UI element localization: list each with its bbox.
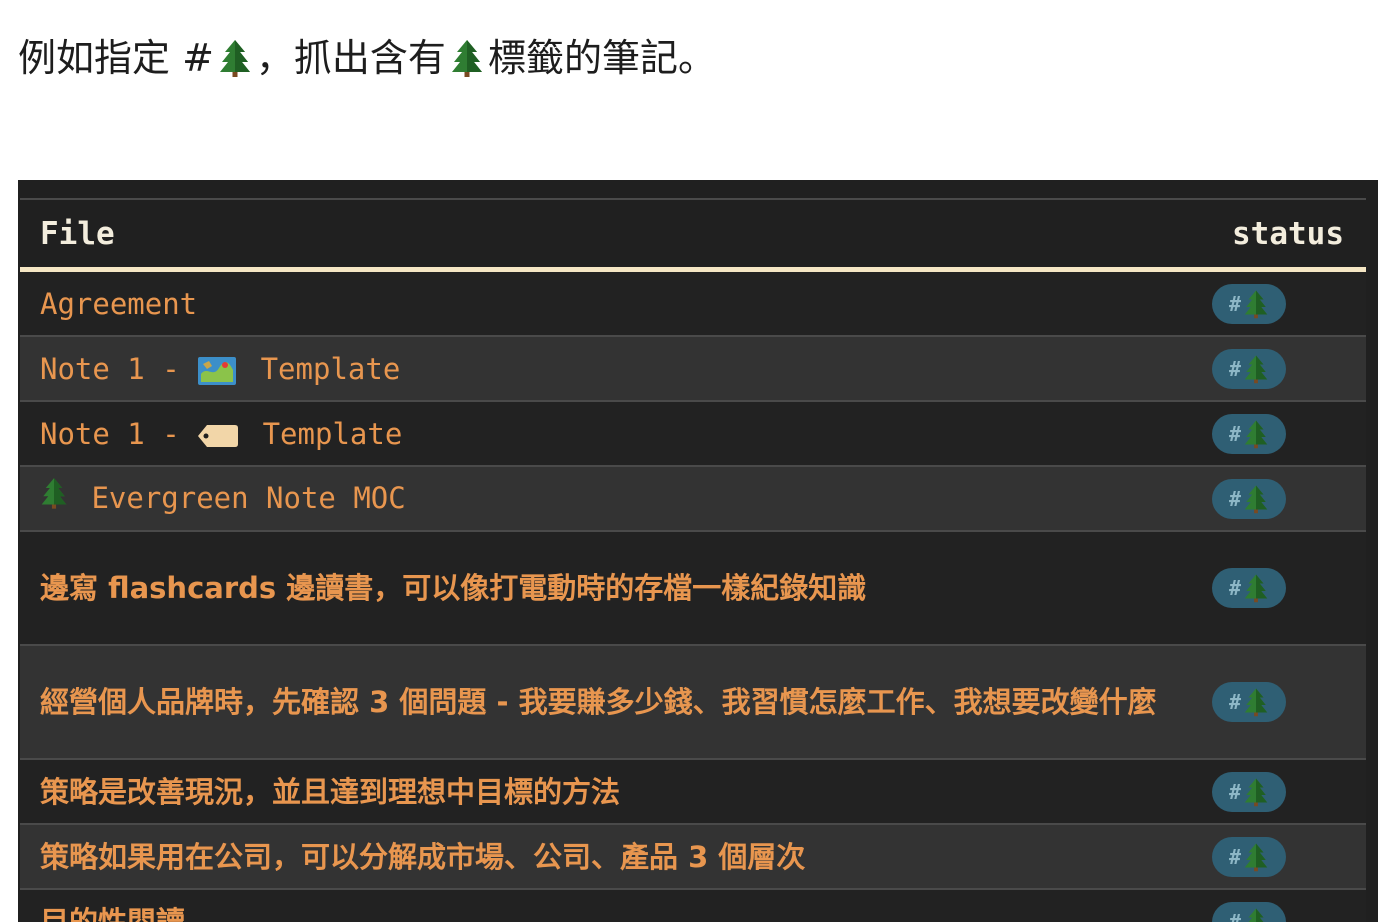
file-link[interactable]: Note 1 - Template (20, 410, 1206, 458)
caption-part-3: 標籤的筆記。 (487, 36, 716, 80)
tag-pill[interactable]: # (1212, 413, 1286, 454)
file-link-text: 邊寫 flashcards 邊讀書，可以像打電動時的存檔一樣紀錄知識 (40, 571, 867, 605)
file-link-text: Template (243, 351, 401, 386)
tag-pill[interactable]: # (1212, 348, 1286, 389)
evergreen-tree-icon (1244, 688, 1268, 717)
status-cell: # (1206, 283, 1366, 324)
tag-pill[interactable]: # (1212, 682, 1286, 722)
evergreen-tree-icon (1244, 485, 1268, 513)
caption-part-1: 例如指定 # (18, 36, 214, 80)
tag-pill[interactable]: # (1212, 283, 1286, 324)
dataview-table: File status Agreement # Note 1 - Template #… (20, 198, 1366, 922)
tag-hash: # (1228, 291, 1242, 316)
status-cell: # (1206, 413, 1366, 454)
status-cell: # (1206, 568, 1366, 608)
tag-hash: # (1228, 356, 1242, 381)
table-row: 策略如果用在公司，可以分解成市場、公司、產品 3 個層次 # (20, 825, 1366, 890)
evergreen-tree-icon (1248, 908, 1264, 922)
evergreen-tree-icon (451, 40, 482, 77)
table-row: 目的性閱讀 # (20, 890, 1366, 922)
file-link-prefix: Note 1 - (40, 351, 198, 386)
tag-hash: # (1228, 421, 1242, 446)
table-body: Agreement # Note 1 - Template # Note 1 - Tem… (20, 272, 1366, 922)
map-icon (198, 356, 237, 385)
tag-pill[interactable]: # (1212, 568, 1286, 608)
file-link-text: 目的性閱讀 (40, 904, 186, 922)
caption-part-2: ，抓出含有 (255, 36, 446, 80)
evergreen-tree-icon (1244, 574, 1268, 603)
status-cell: # (1206, 478, 1366, 519)
file-link-text: Evergreen Note MOC (74, 480, 406, 515)
table-header: File status (20, 200, 1366, 272)
status-cell: # (1206, 901, 1366, 922)
file-link[interactable]: 策略是改善現況，並且達到理想中目標的方法 (20, 768, 1206, 816)
evergreen-tree-icon (1244, 778, 1268, 806)
evergreen-tree-icon (219, 40, 250, 77)
status-cell: # (1206, 348, 1366, 389)
tag-hash: # (1228, 844, 1242, 869)
status-column-header[interactable]: status (1206, 216, 1366, 252)
table-row: Agreement # (20, 272, 1366, 337)
tag-hash: # (1228, 909, 1242, 922)
evergreen-tree-icon (1244, 290, 1268, 318)
tag-pill[interactable]: # (1212, 836, 1286, 877)
file-link-text: Agreement (40, 286, 198, 321)
table-row: Note 1 - Template # (20, 337, 1366, 402)
file-link-text: 策略如果用在公司，可以分解成市場、公司、產品 3 個層次 (40, 839, 806, 874)
file-link[interactable]: Evergreen Note MOC (20, 474, 1206, 524)
tag-pill[interactable]: # (1212, 478, 1286, 519)
label-tag-icon (198, 424, 239, 447)
file-link[interactable]: Note 1 - Template (20, 345, 1206, 393)
table-row: 邊寫 flashcards 邊讀書，可以像打電動時的存檔一樣紀錄知識 # (20, 532, 1366, 646)
file-link-text: 經營個人品牌時，先確認 3 個問題 - 我要賺多少錢、我習慣怎麼工作、我想要改變… (40, 685, 1157, 719)
file-link[interactable]: Agreement (20, 280, 1206, 328)
tag-hash: # (1228, 486, 1242, 511)
file-link-text: 策略是改善現況，並且達到理想中目標的方法 (40, 774, 621, 809)
file-link-text: Template (245, 416, 403, 451)
table-row: 策略是改善現況，並且達到理想中目標的方法 # (20, 760, 1366, 825)
table-row: 經營個人品牌時，先確認 3 個問題 - 我要賺多少錢、我習慣怎麼工作、我想要改變… (20, 646, 1366, 760)
caption-text: 例如指定 # ，抓出含有 標籤的筆記。 (18, 20, 716, 96)
table-row: Note 1 - Template # (20, 402, 1366, 467)
status-cell: # (1206, 771, 1366, 812)
file-column-header[interactable]: File (20, 216, 1206, 252)
tag-hash: # (1228, 690, 1242, 714)
tag-hash: # (1228, 779, 1242, 804)
file-link[interactable]: 邊寫 flashcards 邊讀書，可以像打電動時的存檔一樣紀錄知識 (20, 564, 1206, 612)
table-row: Evergreen Note MOC # (20, 467, 1366, 532)
evergreen-tree-icon (1244, 843, 1268, 871)
evergreen-tree-icon (1244, 420, 1268, 448)
tag-hash: # (1228, 576, 1242, 600)
status-cell: # (1206, 836, 1366, 877)
file-link[interactable]: 目的性閱讀 (20, 898, 1206, 922)
evergreen-tree-icon (41, 477, 67, 509)
dataview-table-panel: File status Agreement # Note 1 - Template #… (18, 180, 1378, 922)
file-link[interactable]: 經營個人品牌時，先確認 3 個問題 - 我要賺多少錢、我習慣怎麼工作、我想要改變… (20, 678, 1206, 726)
tag-pill[interactable]: # (1212, 771, 1286, 812)
evergreen-tree-icon (1244, 355, 1268, 383)
file-link-prefix: Note 1 - (40, 416, 198, 451)
file-link[interactable]: 策略如果用在公司，可以分解成市場、公司、產品 3 個層次 (20, 833, 1206, 881)
tag-pill[interactable]: # (1212, 901, 1286, 922)
status-cell: # (1206, 682, 1366, 722)
